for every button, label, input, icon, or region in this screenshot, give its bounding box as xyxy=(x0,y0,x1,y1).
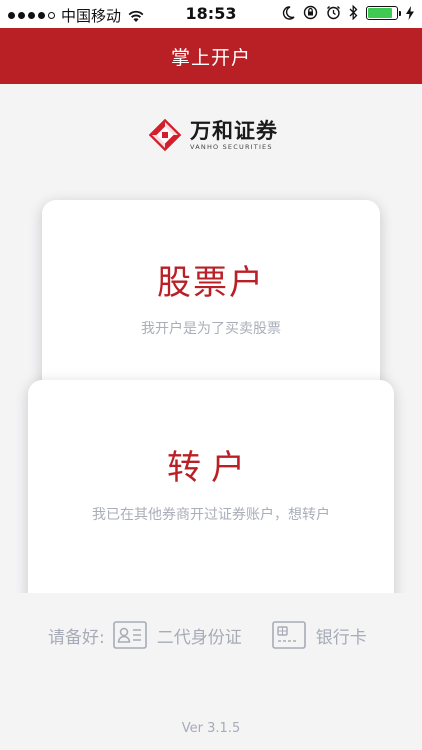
moon-icon xyxy=(282,5,295,20)
status-bar: 中国移动 18:53 xyxy=(0,0,422,28)
bank-card-label: 银行卡 xyxy=(315,627,367,648)
alarm-icon xyxy=(327,6,340,20)
transfer-account-title: 转户 xyxy=(167,448,255,488)
bottom-panel: 请备好: 二代身份证 银行卡 Ver 3.1.5 xyxy=(0,593,422,750)
battery-level xyxy=(368,7,392,18)
stock-account-title: 股票户 xyxy=(157,263,265,303)
bank-card-icon xyxy=(271,621,306,649)
id-card-icon xyxy=(112,621,147,649)
brand-name-cn: 万和证券 xyxy=(190,119,278,143)
app-version: Ver 3.1.5 xyxy=(181,721,241,736)
id-card-label: 二代身份证 xyxy=(156,627,242,648)
prepare-label: 请备好: xyxy=(48,627,105,648)
brand-logo: 万和证券 VANHO SECURITIES xyxy=(147,117,278,153)
transfer-account-subtitle: 我已在其他券商开过证券账户，想转户 xyxy=(92,507,330,523)
bluetooth-icon xyxy=(349,5,358,20)
battery-icon xyxy=(366,5,401,20)
stock-account-subtitle: 我开户是为了买卖股票 xyxy=(141,321,281,337)
rotation-lock-icon xyxy=(303,5,318,20)
status-right xyxy=(282,5,414,20)
brand-name-en: VANHO SECURITIES xyxy=(190,143,273,151)
page-title: 掌上开户 xyxy=(170,46,251,69)
prepare-documents-row: 请备好: 二代身份证 银行卡 xyxy=(48,621,367,649)
charging-bolt-icon xyxy=(406,5,414,20)
nav-bar: 掌上开户 xyxy=(0,28,422,84)
brand-mark-icon xyxy=(148,118,182,152)
transfer-account-card[interactable]: 转户 我已在其他券商开过证券账户，想转户 xyxy=(28,380,394,610)
